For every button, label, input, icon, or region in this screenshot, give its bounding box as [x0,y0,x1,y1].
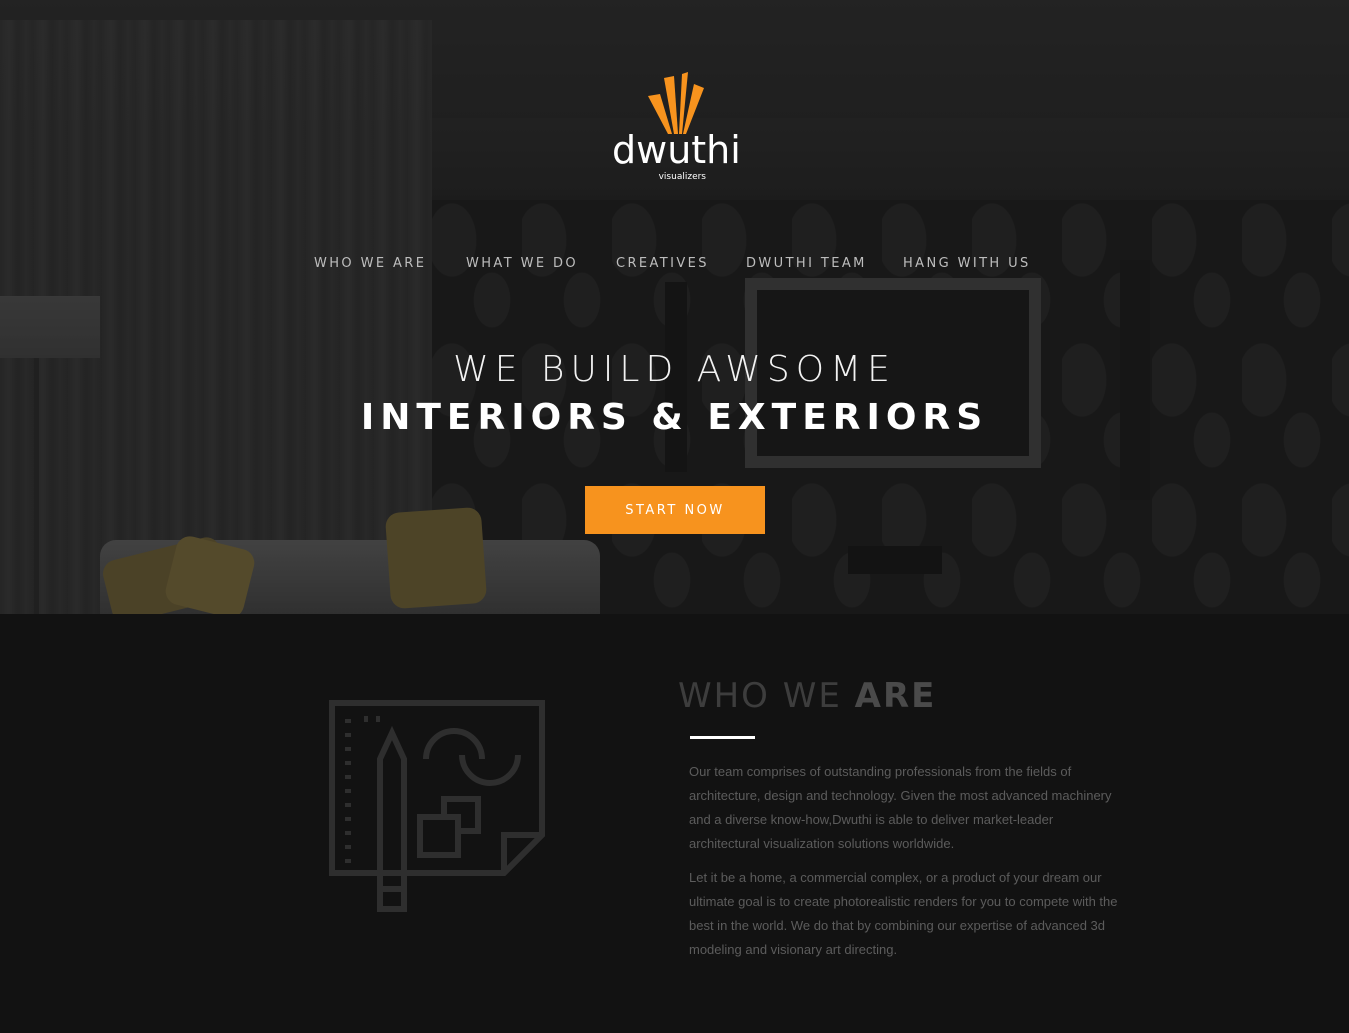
hero-headline-line1: WE BUILD AWSOME [453,349,896,390]
brand-logo[interactable]: dwuthi visualizers [612,70,741,186]
section-title-bold: ARE [854,676,937,716]
nav-item-dwuthi-team[interactable]: DWUTHI TEAM [746,256,867,271]
nav-item-what-we-do[interactable]: WHAT WE DO [466,256,578,271]
hero-section: dwuthi visualizers WHO WE ARE WHAT WE DO… [0,0,1349,614]
brand-tagline: visualizers [658,172,706,182]
nav-item-who-we-are[interactable]: WHO WE ARE [314,256,426,271]
logo-rays-icon [648,72,704,134]
about-paragraph-1: Our team comprises of outstanding profes… [689,764,1112,851]
nav-item-hang-with-us[interactable]: HANG WITH US [903,256,1031,271]
title-underline [690,736,755,739]
about-paragraph-2: Let it be a home, a commercial complex, … [689,870,1118,957]
main-nav: WHO WE ARE WHAT WE DO CREATIVES DWUTHI T… [0,256,1349,276]
start-now-button[interactable]: START NOW [585,486,765,534]
hero-headline-line2: INTERIORS & EXTERIORS [360,397,989,438]
section-title-light: WHO WE [678,676,842,716]
section-title: WHO WE ARE [678,676,936,716]
who-we-are-section: WHO WE ARE Our team comprises of outstan… [0,614,1349,1033]
brand-name: dwuthi [612,128,741,172]
nav-item-creatives[interactable]: CREATIVES [616,256,709,271]
blueprint-pencil-icon [329,700,545,912]
